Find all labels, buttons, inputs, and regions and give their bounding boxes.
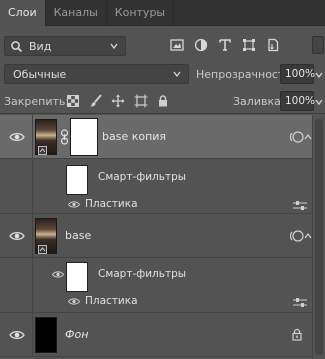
layer-name[interactable]: base копия	[102, 130, 166, 143]
search-icon	[11, 41, 23, 53]
layer-mask-thumbnail[interactable]	[70, 118, 98, 156]
smart-filters-group-base-copy: Смарт-фильтры Пластика	[0, 159, 312, 214]
filter-name[interactable]: Пластика	[85, 198, 138, 210]
layers-list: base копия Смарт-фильтры Пластика base С…	[0, 115, 325, 359]
collapse-effects-icon[interactable]	[304, 133, 312, 141]
layer-thumbnail[interactable]	[35, 317, 57, 353]
eye-icon[interactable]	[9, 131, 25, 143]
eye-icon[interactable]	[68, 200, 80, 209]
collapse-effects-icon[interactable]	[304, 232, 312, 240]
filter-name[interactable]: Пластика	[85, 295, 138, 307]
lock-all-icon[interactable]	[156, 94, 170, 108]
smart-object-filter-icon[interactable]	[266, 38, 280, 52]
smart-object-indicator-icon	[290, 230, 304, 242]
layers-scrollbar[interactable]	[312, 115, 325, 359]
type-filter-icon[interactable]	[218, 38, 232, 52]
image-filter-icon[interactable]	[170, 38, 184, 52]
eye-icon[interactable]	[68, 297, 80, 306]
tab-layers[interactable]: Слои	[0, 0, 46, 26]
smart-filter-mask-thumbnail[interactable]	[66, 165, 88, 195]
panel-menu-area	[311, 0, 325, 26]
chevron-down-icon	[173, 71, 181, 78]
blend-mode-select[interactable]: Обычные	[4, 64, 189, 84]
lock-icon[interactable]	[291, 328, 303, 341]
eye-icon[interactable]	[9, 329, 25, 341]
lock-image-pixels-icon[interactable]	[89, 94, 103, 108]
filter-toggle-switch[interactable]	[312, 36, 324, 54]
blend-row: Обычные Непрозрачность: 100%	[0, 62, 325, 86]
lock-position-icon[interactable]	[111, 94, 125, 108]
fill-input[interactable]: 100%	[280, 91, 315, 111]
lock-label: Закрепить:	[4, 95, 70, 108]
smart-object-badge-icon	[38, 245, 47, 254]
smart-object-indicator-icon	[290, 131, 304, 143]
tab-paths[interactable]: Контуры	[107, 0, 175, 26]
smart-object-badge-icon	[38, 146, 47, 155]
smart-filters-label: Смарт-фильтры	[98, 268, 187, 280]
filter-blending-options-icon[interactable]	[293, 201, 307, 211]
link-icon[interactable]	[60, 129, 69, 145]
layer-filter-row: Вид	[0, 30, 325, 60]
tab-channels[interactable]: Каналы	[46, 0, 107, 26]
filter-kind-select[interactable]: Вид	[4, 36, 126, 56]
fill-label: Заливка:	[233, 95, 285, 108]
fill-slider-toggle-icon[interactable]	[314, 97, 324, 107]
lock-artboard-icon[interactable]	[134, 94, 148, 108]
adjustment-filter-icon[interactable]	[194, 38, 208, 52]
filter-blending-options-icon[interactable]	[293, 298, 307, 308]
smart-filters-group-base: Смарт-фильтры Пластика	[0, 258, 312, 313]
chevron-down-icon	[110, 43, 118, 50]
smart-filter-mask-thumbnail[interactable]	[66, 262, 88, 292]
layer-name[interactable]: Фон	[65, 328, 88, 341]
layer-name[interactable]: base	[65, 229, 91, 242]
smart-filters-label: Смарт-фильтры	[98, 171, 187, 183]
scrollbar-thumb[interactable]	[315, 119, 323, 355]
eye-icon[interactable]	[9, 230, 25, 242]
filter-kind-label: Вид	[29, 40, 52, 53]
eye-icon[interactable]	[52, 270, 64, 279]
layer-row-background[interactable]: Фон	[0, 313, 312, 357]
lock-row: Закрепить: Заливка: 100%	[0, 88, 325, 114]
opacity-slider-toggle-icon[interactable]	[314, 70, 324, 80]
layer-row-base-copy[interactable]: base копия	[0, 115, 312, 159]
blend-mode-value: Обычные	[13, 68, 67, 81]
shape-filter-icon[interactable]	[242, 38, 256, 52]
panel-tabs: Слои Каналы Контуры	[0, 0, 325, 26]
lock-transparent-pixels-icon[interactable]	[66, 94, 80, 108]
layer-row-base[interactable]: base	[0, 214, 312, 258]
opacity-input[interactable]: 100%	[280, 64, 315, 84]
